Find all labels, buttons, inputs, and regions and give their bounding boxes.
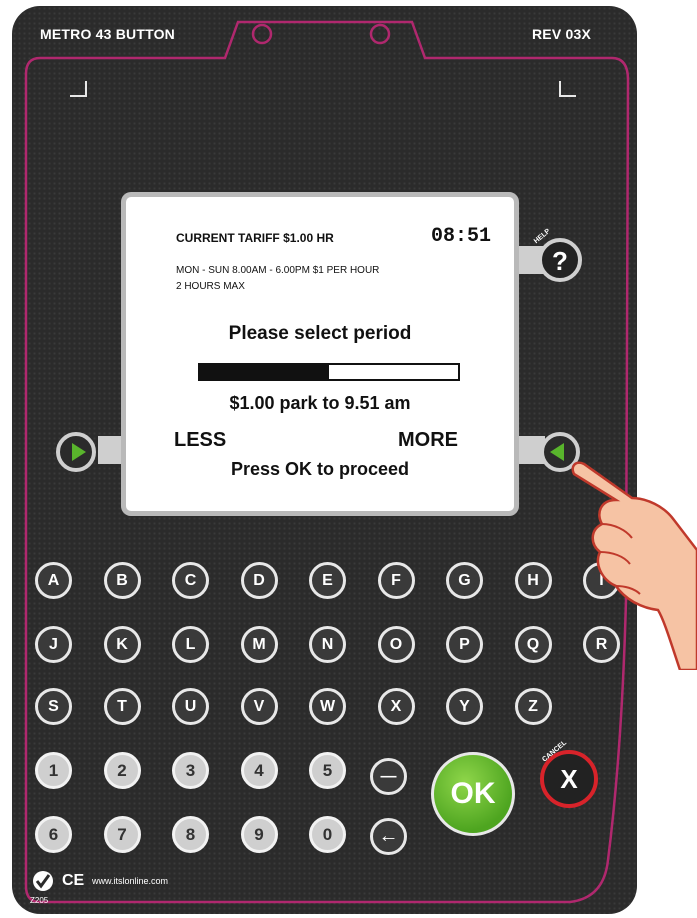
model-label: METRO 43 BUTTON (40, 26, 175, 42)
key-z[interactable]: Z (514, 688, 552, 725)
footer-url: www.itslonline.com (92, 876, 169, 886)
cancel-x-icon: X (560, 764, 578, 794)
key-a[interactable]: A (35, 562, 72, 599)
key-1[interactable]: 1 (35, 752, 72, 789)
key-6[interactable]: 6 (35, 816, 72, 853)
key-w[interactable]: W (309, 688, 346, 725)
prompt-text: Please select period (228, 323, 412, 344)
key-x[interactable]: X (377, 688, 415, 725)
key-t[interactable]: T (103, 688, 141, 725)
key-l[interactable]: L (172, 626, 209, 663)
pointing-hand-icon (571, 461, 697, 670)
arrow-right-icon (72, 443, 86, 461)
key-k[interactable]: K (103, 626, 141, 663)
period-progress-fill (200, 365, 329, 379)
key-0[interactable]: 0 (309, 816, 346, 853)
checkmark-logo-icon (33, 871, 53, 891)
key-g[interactable]: G (446, 562, 483, 599)
key-7[interactable]: 7 (103, 816, 141, 853)
key-9[interactable]: 9 (240, 816, 278, 853)
revision-label: REV 03X (532, 26, 591, 42)
key-s[interactable]: S (35, 688, 72, 725)
key-j[interactable]: J (35, 626, 72, 663)
ok-button[interactable]: OK (431, 752, 515, 836)
key-u[interactable]: U (172, 688, 209, 725)
key-4[interactable]: 4 (240, 752, 278, 789)
less-button[interactable] (56, 432, 96, 472)
key-c[interactable]: C (172, 562, 209, 599)
key-d[interactable]: D (240, 562, 278, 599)
key-h[interactable]: H (514, 562, 552, 599)
period-progress-bar (198, 363, 460, 381)
less-label: LESS (174, 429, 227, 451)
max-stay-text: 2 HOURS MAX (176, 281, 245, 292)
key-b[interactable]: B (103, 562, 141, 599)
help-icon: ? (552, 246, 568, 276)
backspace-key[interactable]: ← (370, 818, 407, 855)
help-button[interactable]: ? (538, 238, 582, 282)
key-v[interactable]: V (240, 688, 278, 725)
amount-text: $1.00 park to 9.51 am (229, 393, 411, 413)
key-8[interactable]: 8 (172, 816, 209, 853)
key-y[interactable]: Y (446, 688, 483, 725)
ce-mark: CE (62, 872, 85, 889)
tariff-text: CURRENT TARIFF $1.00 HR (176, 231, 334, 245)
footer-code: Z205 (30, 896, 49, 905)
key-p[interactable]: P (446, 626, 483, 663)
key-q[interactable]: Q (514, 626, 552, 663)
key-o[interactable]: O (377, 626, 415, 663)
clock-time: 08:51 (431, 225, 492, 248)
key-2[interactable]: 2 (103, 752, 141, 789)
lcd-screen: CURRENT TARIFF $1.00 HR 08:51 MON - SUN … (121, 192, 519, 516)
more-label: MORE (398, 429, 458, 451)
key-f[interactable]: F (377, 562, 415, 599)
key-e[interactable]: E (309, 562, 346, 599)
proceed-text: Press OK to proceed (230, 459, 410, 479)
key-3[interactable]: 3 (172, 752, 209, 789)
key-5[interactable]: 5 (309, 752, 346, 789)
space-key[interactable]: — (370, 758, 407, 795)
key-m[interactable]: M (240, 626, 278, 663)
key-n[interactable]: N (309, 626, 346, 663)
schedule-text: MON - SUN 8.00AM - 6.00PM $1 PER HOUR (176, 265, 380, 276)
